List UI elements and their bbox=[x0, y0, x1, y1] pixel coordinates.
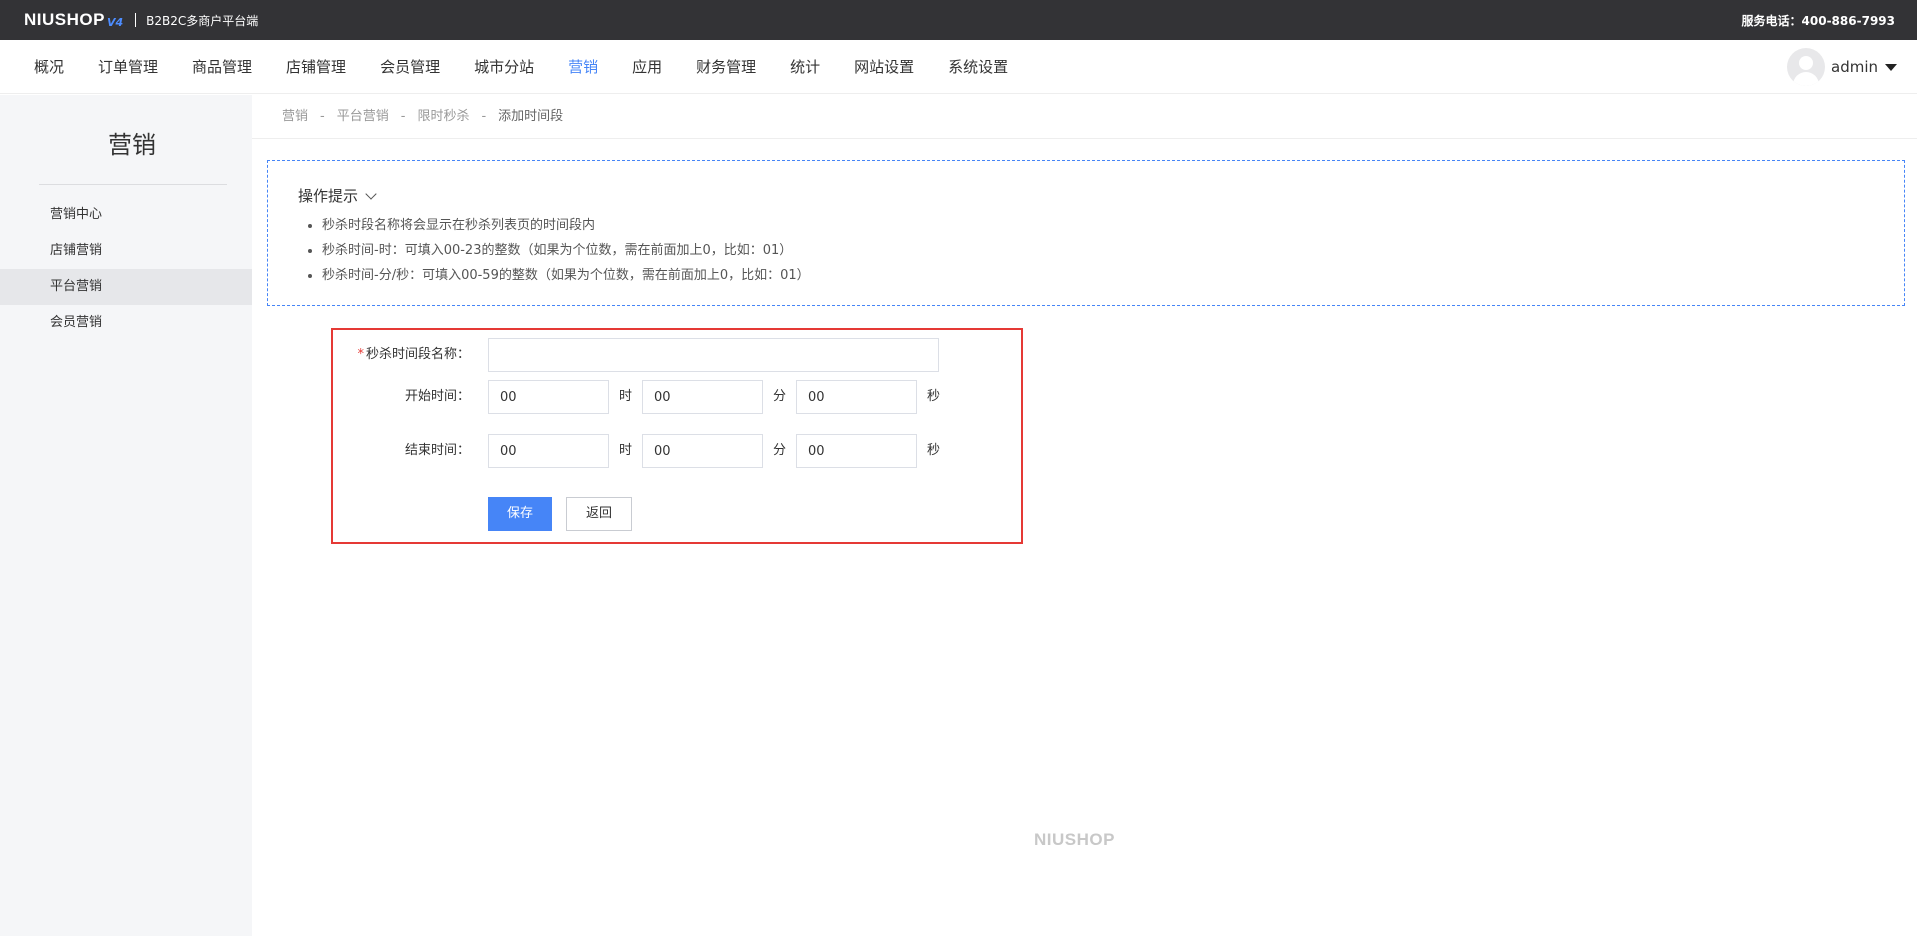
end-hour-input[interactable] bbox=[488, 434, 609, 468]
caret-down-icon bbox=[1885, 63, 1897, 71]
breadcrumb-flash-sale[interactable]: 限时秒杀 bbox=[417, 107, 469, 127]
chevron-down-icon bbox=[365, 187, 377, 200]
breadcrumb-platform-marketing[interactable]: 平台营销 bbox=[337, 107, 389, 127]
footer-logo: NIUSHOP bbox=[1034, 830, 1115, 849]
nav-item-apps[interactable]: 应用 bbox=[632, 40, 662, 94]
sidebar-title: 营销 bbox=[108, 131, 156, 159]
nav-item-finance[interactable]: 财务管理 bbox=[696, 40, 756, 94]
tip-item: 秒杀时段名称将会显示在秒杀列表页的时间段内 bbox=[306, 213, 810, 238]
logo-text: NIUSHOP bbox=[24, 10, 105, 29]
second-unit: 秒 bbox=[927, 389, 941, 404]
operation-tips-panel: 操作提示 秒杀时段名称将会显示在秒杀列表页的时间段内 秒杀时间-时：可填入00-… bbox=[267, 160, 1905, 306]
tips-title: 操作提示 bbox=[298, 187, 359, 205]
nav-item-stores[interactable]: 店铺管理 bbox=[286, 40, 346, 94]
nav-item-products[interactable]: 商品管理 bbox=[192, 40, 252, 94]
start-time-row: 开始时间： 时 分 秒 bbox=[333, 380, 1025, 414]
niushop-logo[interactable]: NIUSHOP V4 B2B2C多商户平台端 bbox=[24, 10, 258, 30]
sidebar-item-store-marketing[interactable]: 店铺营销 bbox=[0, 233, 252, 269]
tips-toggle[interactable]: 操作提示 bbox=[298, 185, 377, 206]
end-time-row: 结束时间： 时 分 秒 bbox=[333, 434, 1025, 468]
back-button[interactable]: 返回 bbox=[566, 497, 632, 531]
tip-item: 秒杀时间-分/秒：可填入00-59的整数（如果为个位数，需在前面加上0，比如：0… bbox=[306, 263, 810, 288]
sidebar-divider bbox=[39, 184, 227, 185]
required-mark: * bbox=[357, 347, 364, 362]
user-menu[interactable]: admin bbox=[1787, 48, 1897, 86]
start-hour-input[interactable] bbox=[488, 380, 609, 414]
logo-divider bbox=[135, 13, 137, 27]
nav-item-overview[interactable]: 概况 bbox=[34, 40, 64, 94]
breadcrumb-marketing[interactable]: 营销 bbox=[282, 107, 308, 127]
tips-list: 秒杀时段名称将会显示在秒杀列表页的时间段内 秒杀时间-时：可填入00-23的整数… bbox=[306, 213, 810, 288]
platform-subtitle: B2B2C多商户平台端 bbox=[146, 13, 259, 28]
nav-item-city-sites[interactable]: 城市分站 bbox=[474, 40, 534, 94]
end-time-label: 结束时间： bbox=[404, 443, 470, 458]
user-name: admin bbox=[1831, 58, 1878, 76]
end-minute-input[interactable] bbox=[642, 434, 763, 468]
hour-unit: 时 bbox=[619, 443, 633, 458]
end-second-input[interactable] bbox=[796, 434, 917, 468]
sidebar: 营销 营销中心 店铺营销 平台营销 会员营销 bbox=[0, 95, 252, 936]
sidebar-item-marketing-center[interactable]: 营销中心 bbox=[0, 197, 252, 233]
sidebar-item-platform-marketing[interactable]: 平台营销 bbox=[0, 269, 252, 305]
second-unit: 秒 bbox=[927, 443, 941, 458]
save-button[interactable]: 保存 bbox=[488, 497, 552, 531]
nav-item-site-settings[interactable]: 网站设置 bbox=[854, 40, 914, 94]
nav-item-marketing[interactable]: 营销 bbox=[568, 40, 598, 94]
tip-item: 秒杀时间-时：可填入00-23的整数（如果为个位数，需在前面加上0，比如：01） bbox=[306, 238, 810, 263]
nav-item-statistics[interactable]: 统计 bbox=[790, 40, 820, 94]
logo-version: V4 bbox=[106, 15, 124, 29]
breadcrumb-current: 添加时间段 bbox=[498, 109, 564, 124]
name-row: * 秒杀时间段名称： bbox=[333, 338, 1025, 372]
service-hotline: 服务电话：400-886-7993 bbox=[1741, 14, 1895, 28]
breadcrumb-separator: - bbox=[400, 109, 406, 124]
breadcrumb-separator: - bbox=[481, 109, 487, 124]
nav-item-system-settings[interactable]: 系统设置 bbox=[948, 40, 1008, 94]
minute-unit: 分 bbox=[773, 443, 787, 458]
avatar bbox=[1787, 48, 1825, 86]
sidebar-menu: 营销中心 店铺营销 平台营销 会员营销 bbox=[0, 197, 252, 341]
slot-name-input[interactable] bbox=[488, 338, 939, 372]
start-second-input[interactable] bbox=[796, 380, 917, 414]
start-minute-input[interactable] bbox=[642, 380, 763, 414]
breadcrumb-separator: - bbox=[320, 109, 325, 124]
hour-unit: 时 bbox=[619, 389, 633, 404]
main-nav: 概况 订单管理 商品管理 店铺管理 会员管理 城市分站 营销 应用 财务管理 统… bbox=[0, 40, 1917, 94]
breadcrumb-divider bbox=[252, 138, 1917, 139]
sidebar-item-member-marketing[interactable]: 会员营销 bbox=[0, 305, 252, 341]
slot-name-label: * 秒杀时间段名称： bbox=[357, 347, 470, 362]
minute-unit: 分 bbox=[773, 389, 787, 404]
top-bar: NIUSHOP V4 B2B2C多商户平台端 服务电话：400-886-7993 bbox=[0, 0, 1917, 40]
start-time-label: 开始时间： bbox=[404, 389, 470, 404]
nav-item-orders[interactable]: 订单管理 bbox=[98, 40, 158, 94]
breadcrumb: 营销 - 平台营销 - 限时秒杀 - 添加时间段 bbox=[282, 107, 563, 127]
nav-item-members[interactable]: 会员管理 bbox=[380, 40, 440, 94]
time-slot-form: *秒杀时间段名称： 开始时间： 时 分 秒 结束时间： 时 分 秒 保存 返回 bbox=[331, 328, 1023, 544]
